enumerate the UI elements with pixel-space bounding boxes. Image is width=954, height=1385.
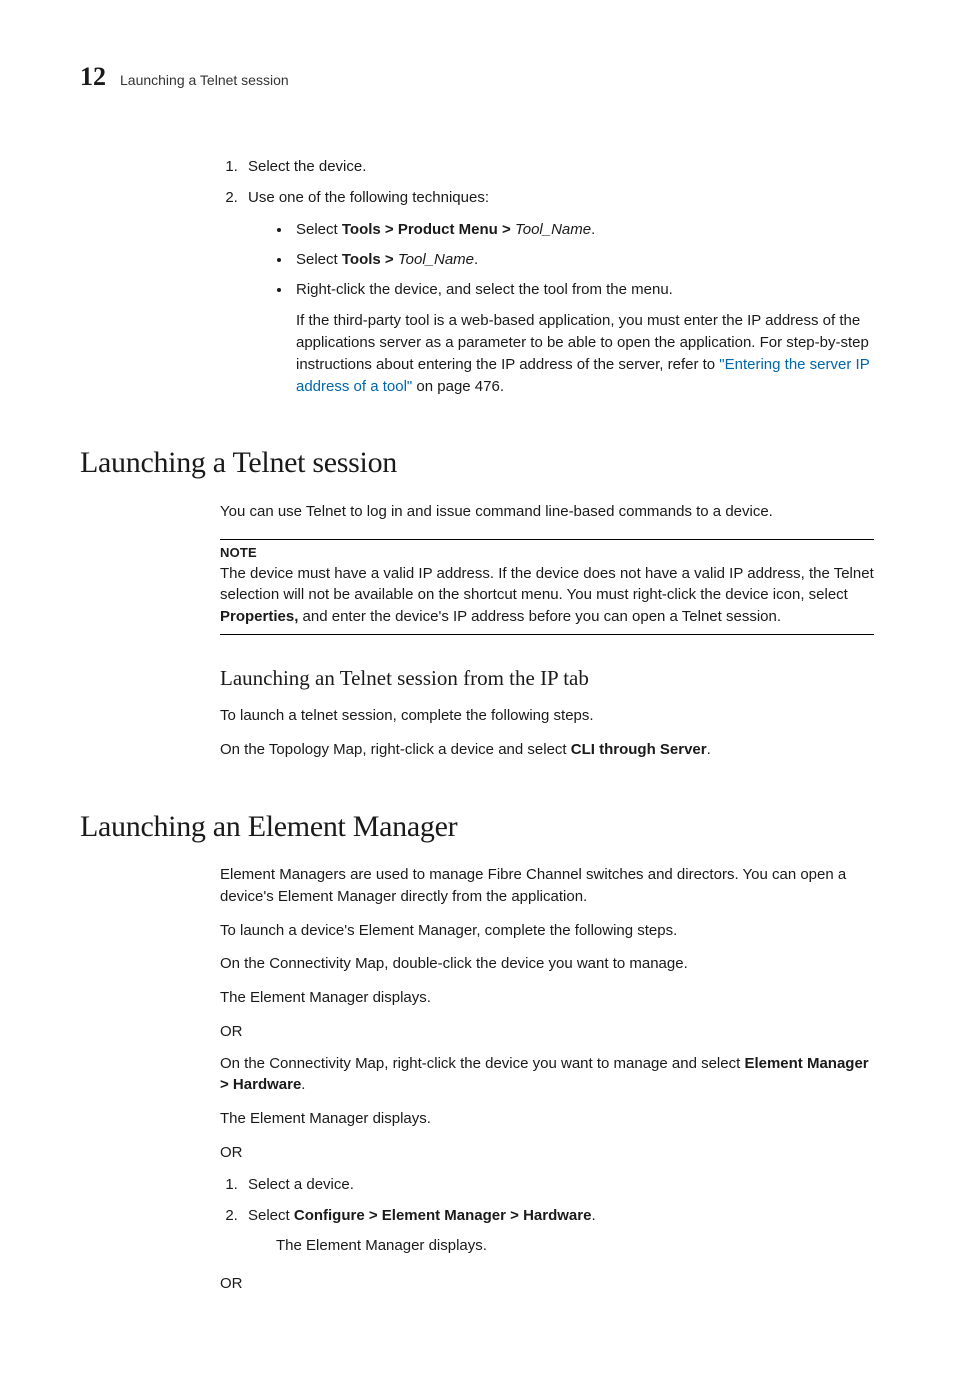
em-list-step-2-result: The Element Manager displays. [276,1235,874,1257]
em-list-step-2: Select Configure > Element Manager > Har… [242,1205,874,1257]
telnet-step-line: On the Topology Map, right-click a devic… [220,739,874,761]
em-intro: Element Managers are used to manage Fibr… [220,864,874,908]
step-2-text: Use one of the following techniques: [248,189,489,206]
em-ordered-steps: Select a device. Select Configure > Elem… [220,1174,874,1257]
technique-3: Right-click the device, and select the t… [292,279,874,301]
step-1: Select the device. [242,156,874,178]
em-step1: On the Connectivity Map, double-click th… [220,953,874,975]
or-separator-1: OR [220,1021,874,1043]
or-separator-3: OR [220,1273,874,1295]
em-list-step-1: Select a device. [242,1174,874,1196]
note-text: The device must have a valid IP address.… [220,563,874,628]
em-result-2: The Element Manager displays. [220,1108,874,1130]
chapter-number: 12 [80,58,106,96]
or-separator-2: OR [220,1142,874,1164]
note-label: NOTE [220,544,874,563]
page: 12 Launching a Telnet session Select the… [0,0,954,1385]
note-block: NOTE The device must have a valid IP add… [220,539,874,635]
em-result-1: The Element Manager displays. [220,987,874,1009]
element-manager-body: Element Managers are used to manage Fibr… [220,864,874,1295]
technique-2: Select Tools > Tool_Name. [292,249,874,271]
running-header: 12 Launching a Telnet session [80,58,874,96]
telnet-step-intro: To launch a telnet session, complete the… [220,705,874,727]
telnet-intro: You can use Telnet to log in and issue c… [220,501,874,523]
em-step-intro: To launch a device's Element Manager, co… [220,920,874,942]
heading-telnet: Launching a Telnet session [80,441,874,485]
telnet-body: You can use Telnet to log in and issue c… [220,501,874,761]
ordered-steps: Select the device. Use one of the follow… [220,156,874,398]
step-2: Use one of the following techniques: Sel… [242,187,874,397]
heading-element-manager: Launching an Element Manager [80,805,874,849]
technique-list: Select Tools > Product Menu > Tool_Name.… [248,219,874,300]
subheading-telnet-ip: Launching an Telnet session from the IP … [220,663,874,693]
technique-note: If the third-party tool is a web-based a… [296,310,874,397]
intro-steps: Select the device. Use one of the follow… [220,156,874,398]
technique-1: Select Tools > Product Menu > Tool_Name. [292,219,874,241]
running-title: Launching a Telnet session [120,70,289,90]
em-step2: On the Connectivity Map, right-click the… [220,1053,874,1097]
